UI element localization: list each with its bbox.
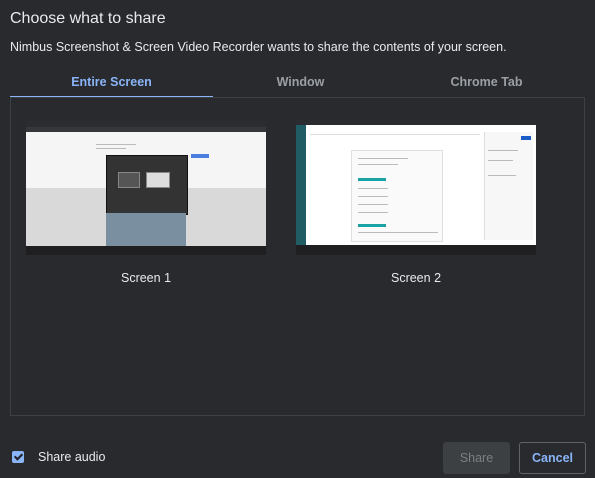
share-button[interactable]: Share <box>443 442 510 474</box>
dialog-footer: Share audio Share Cancel <box>0 441 595 475</box>
share-tabs: Entire Screen Window Chrome Tab <box>10 68 585 98</box>
tab-window[interactable]: Window <box>213 68 388 96</box>
dialog-subtitle: Nimbus Screenshot & Screen Video Recorde… <box>10 40 507 54</box>
cancel-button[interactable]: Cancel <box>519 442 586 474</box>
tab-entire-screen[interactable]: Entire Screen <box>10 68 213 98</box>
screen-option-1[interactable]: Screen 1 <box>26 120 266 285</box>
share-audio-checkbox[interactable] <box>12 451 24 463</box>
screen-2-thumbnail <box>296 120 536 255</box>
dialog-title: Choose what to share <box>10 10 166 27</box>
screen-1-label: Screen 1 <box>120 271 172 285</box>
tab-chrome-tab[interactable]: Chrome Tab <box>388 68 585 96</box>
screen-2-label: Screen 2 <box>390 271 442 285</box>
screen-option-2[interactable]: Screen 2 <box>296 120 536 285</box>
share-audio-label: Share audio <box>38 450 106 464</box>
screen-list-panel: Screen 1 Screen 2 <box>10 98 585 416</box>
screen-1-thumbnail <box>26 120 266 255</box>
